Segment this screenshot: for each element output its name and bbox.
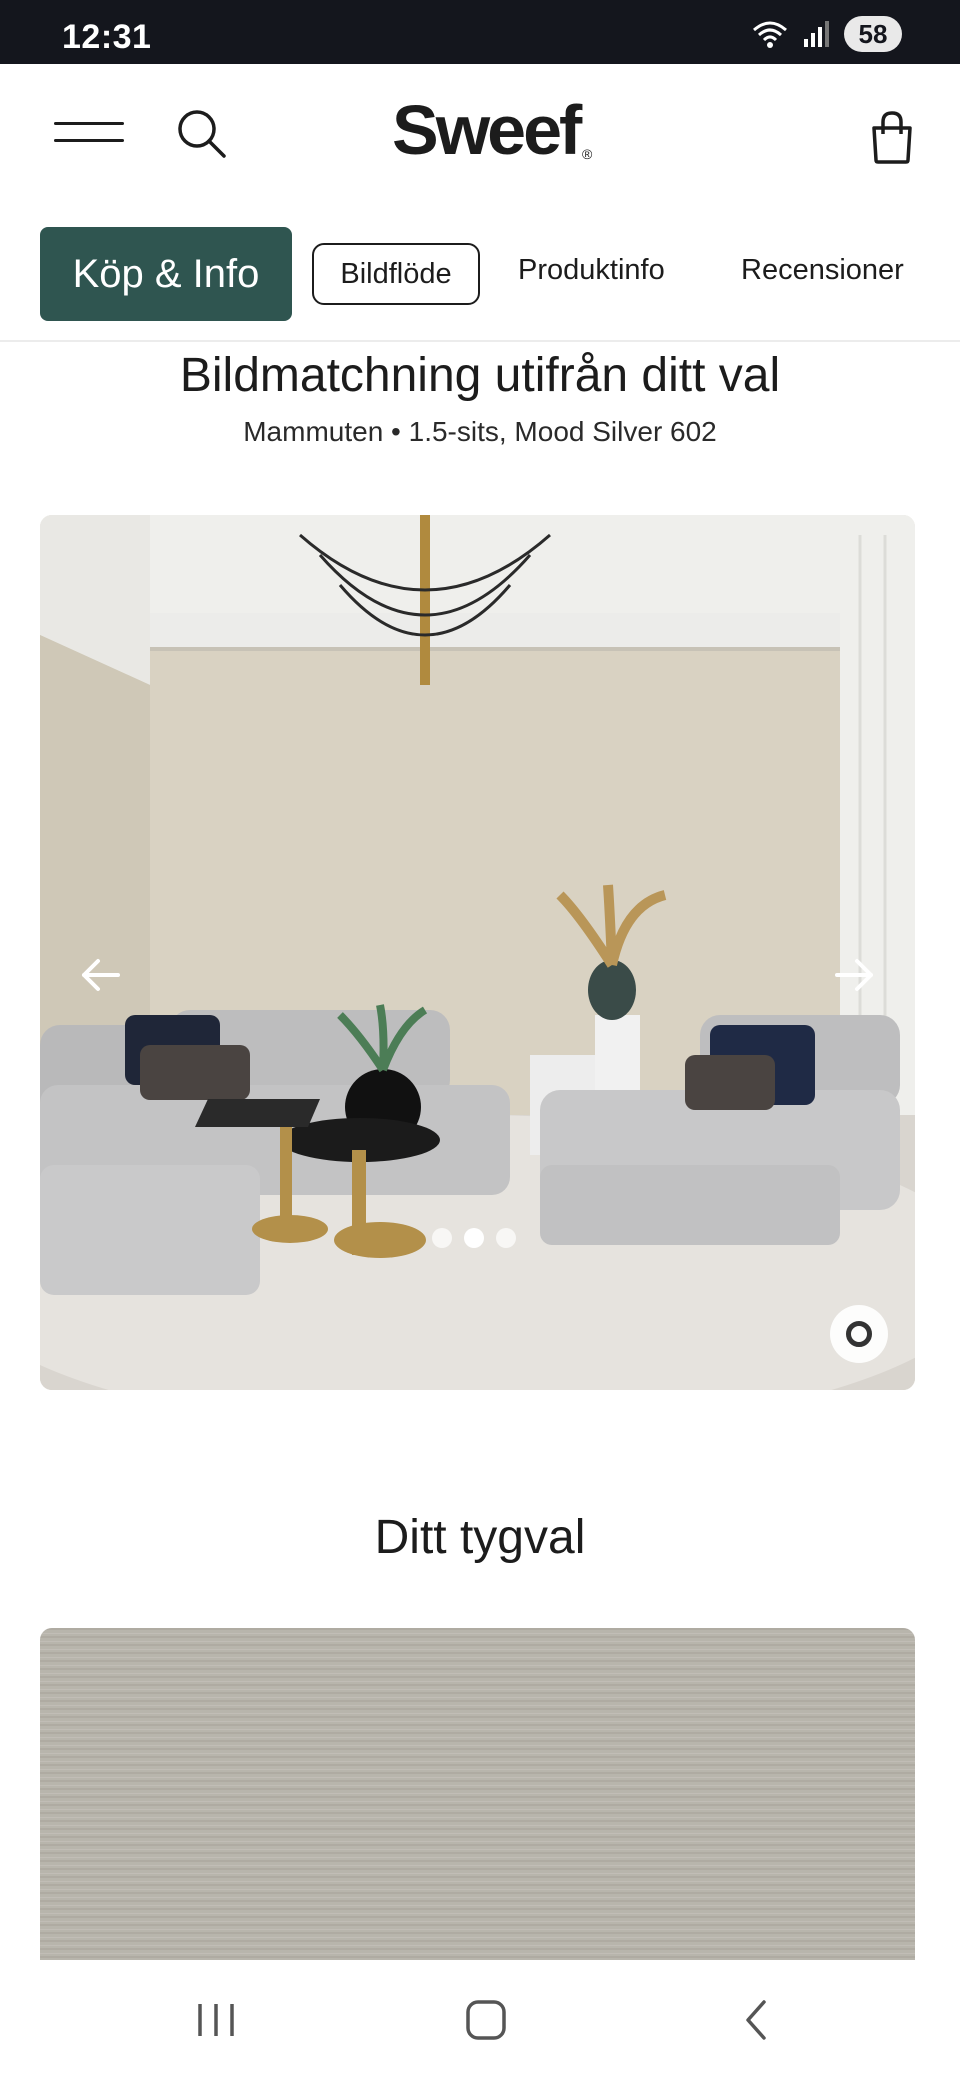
tab-recensioner[interactable]: Recensioner — [741, 254, 904, 287]
system-navigation-bar — [0, 1960, 960, 2080]
registered-mark: ® — [582, 146, 593, 162]
carousel-dot-1[interactable] — [432, 1228, 452, 1248]
status-time: 12:31 — [62, 18, 152, 56]
carousel-dot-3[interactable] — [496, 1228, 516, 1248]
room-photo — [40, 515, 915, 1390]
app-header: Sweef ® — [0, 64, 960, 194]
signal-icon — [804, 21, 829, 47]
tab-kop-info[interactable]: Köp & Info — [40, 227, 292, 321]
cart-icon[interactable] — [862, 108, 922, 168]
tab-bildflode[interactable]: Bildflöde — [312, 243, 480, 305]
status-icons: 58 — [750, 16, 902, 52]
product-tabs: Köp & Info Bildflöde Produktinfo Recensi… — [0, 214, 960, 342]
room-image-carousel[interactable] — [40, 515, 915, 1390]
menu-icon[interactable] — [54, 120, 126, 146]
carousel-dot-2[interactable] — [464, 1228, 484, 1248]
wifi-icon — [753, 21, 787, 48]
search-icon[interactable] — [172, 104, 232, 164]
home-icon[interactable] — [456, 1998, 516, 2042]
battery-icon: 58 — [844, 16, 902, 52]
image-match-subtitle: Mammuten • 1.5-sits, Mood Silver 602 — [243, 416, 717, 447]
fabric-texture — [40, 1628, 915, 1960]
carousel-next-arrow-icon[interactable] — [825, 945, 885, 1005]
carousel-prev-arrow-icon[interactable] — [70, 945, 130, 1005]
brand-logo[interactable]: Sweef — [392, 90, 582, 170]
fabric-title: Ditt tygval — [374, 1511, 586, 1564]
carousel-dots — [432, 1228, 516, 1248]
back-icon[interactable] — [726, 1998, 786, 2042]
image-match-title: Bildmatchning utifrån ditt val — [179, 349, 781, 402]
recent-apps-icon[interactable] — [186, 1998, 246, 2042]
shoppable-hotspot-icon[interactable] — [830, 1305, 888, 1363]
fabric-swatch-image — [40, 1628, 915, 1960]
status-bar: 12:31 58 — [0, 0, 960, 64]
tab-produktinfo[interactable]: Produktinfo — [518, 254, 665, 287]
